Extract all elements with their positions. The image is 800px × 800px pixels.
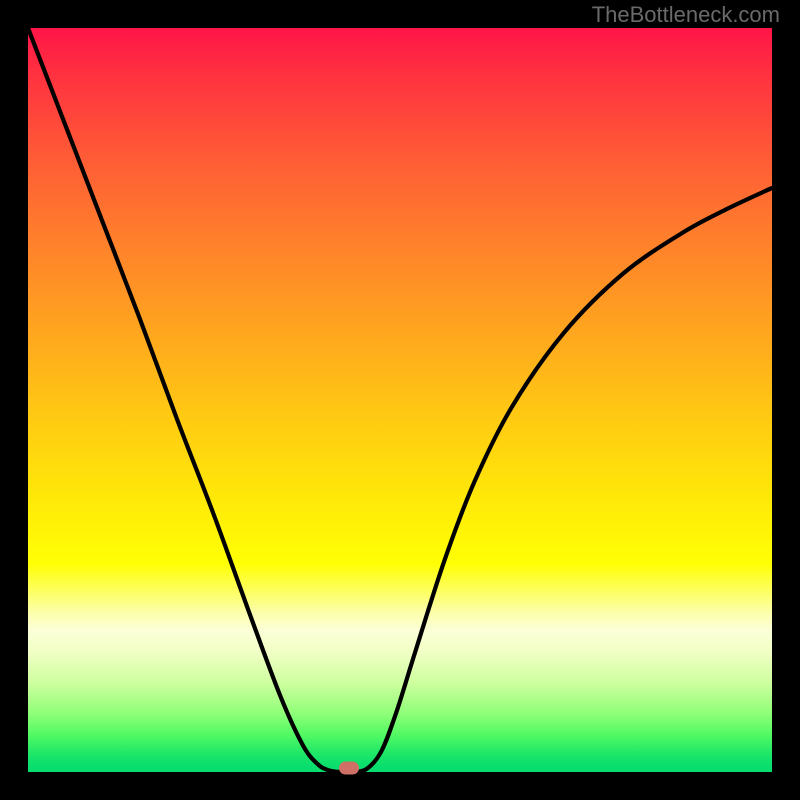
watermark-text: TheBottleneck.com [592,2,780,28]
chart-plot-area [28,28,772,772]
minimum-marker [339,762,359,775]
bottleneck-curve [28,28,772,772]
